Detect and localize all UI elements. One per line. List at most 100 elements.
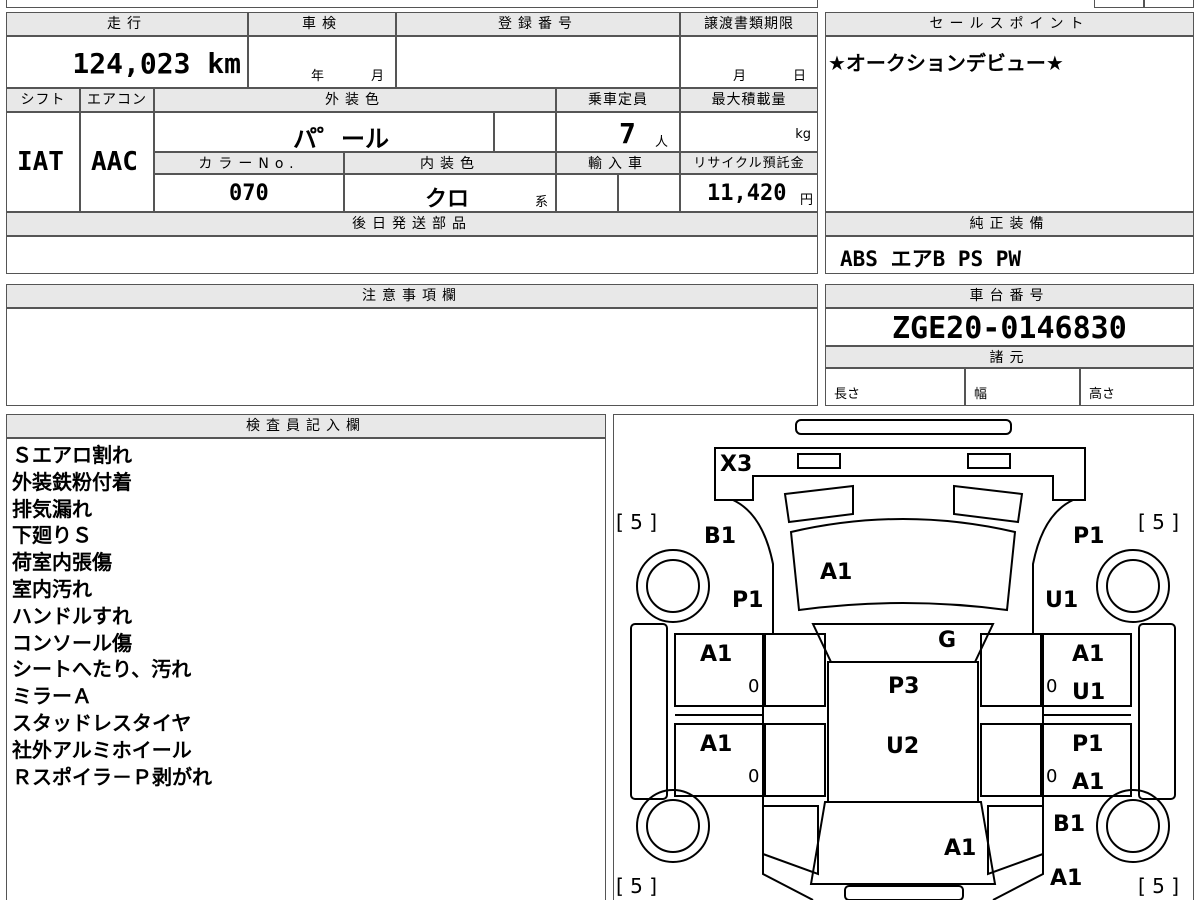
diagram-right-front-door-label: P1: [1072, 732, 1104, 757]
specs-header: 諸元: [825, 346, 1194, 368]
inspector-note: ハンドルすれ: [12, 603, 132, 628]
genuine-equipment-cell: ABS エアB PS PW: [825, 236, 1194, 274]
specs-height-cell: 高さ: [1080, 368, 1194, 406]
genuine-equipment-header: 純正装備: [825, 212, 1194, 236]
import-header: 輸入車: [556, 152, 680, 174]
inspector-header: 検査員記入欄: [6, 414, 606, 438]
sales-point-cell: ★オークションデビュー★: [825, 36, 1194, 212]
specs-width-cell: 幅: [965, 368, 1080, 406]
exterior-color-value: パ゜ール: [293, 125, 389, 152]
top-stub-strip: [6, 0, 818, 8]
registration-header: 登録番号: [396, 12, 680, 36]
diagram-right-quarter-label: U1: [1045, 588, 1079, 613]
import-cell-1: [556, 174, 618, 212]
inspector-note: 荷室内張傷: [12, 550, 112, 575]
caution-header: 注意事項欄: [6, 284, 818, 308]
inspector-notes: Ｓエアロ割れ 外装鉄粉付着 排気漏れ 下廻りＳ 荷室内張傷 室内汚れ ハンドルす…: [12, 442, 212, 790]
interior-color-header: 内装色: [344, 152, 556, 174]
diagram-right-front-door-2-label: A1: [1072, 770, 1105, 795]
color-no-header: カラーNo.: [154, 152, 344, 174]
diagram-left-front-door-zero: 0: [748, 766, 760, 787]
registration-cell: [396, 36, 680, 88]
chassis-value: ZGE20-0146830: [892, 311, 1127, 346]
inspector-note: Ｒスポイラ－Ｐ剥がれ: [12, 764, 212, 789]
mileage-value: 124,023 km: [72, 47, 241, 80]
specs-length-label: 長さ: [834, 387, 861, 402]
mileage-header: 走行: [6, 12, 248, 36]
diagram-rear-left-corner-label: B1: [704, 524, 737, 549]
inspector-note: 社外アルミホイール: [12, 737, 192, 762]
sales-point-text: ★オークションデビュー★: [828, 51, 1064, 75]
diagram-left-quarter-label: P1: [732, 588, 764, 613]
interior-color-suffix: 系: [535, 195, 549, 210]
specs-width-label: 幅: [974, 387, 988, 402]
later-parts-header: 後日発送部品: [6, 212, 818, 236]
max-load-cell: kg: [680, 112, 818, 152]
chassis-header: 車台番号: [825, 284, 1194, 308]
color-no-cell: 070: [154, 174, 344, 212]
diagram-right-front-door-zero: 0: [1046, 766, 1058, 787]
exterior-color-extra: [494, 112, 556, 152]
diagram-right-rear-door-2-label: U1: [1072, 680, 1106, 705]
inspector-note: ミラーＡ: [12, 684, 92, 709]
capacity-unit: 人: [655, 135, 669, 150]
chassis-cell: ZGE20-0146830: [825, 308, 1194, 346]
later-parts-cell: [6, 236, 818, 274]
interior-color-value: クロ: [425, 187, 470, 212]
mileage-cell: 124,023 km: [6, 36, 248, 88]
ac-header: エアコン: [80, 88, 154, 112]
diagram-front-right-corner-label: A1: [1050, 866, 1083, 891]
transfer-day-label: 日: [793, 69, 807, 84]
diagram-left-front-door-label: A1: [700, 732, 733, 757]
exterior-color-cell: パ゜ール: [154, 112, 494, 152]
sales-point-header: セールスポイント: [825, 12, 1194, 36]
capacity-cell: 7 人: [556, 112, 680, 152]
inspection-header: 車検: [248, 12, 396, 36]
inspector-note: シートへたり、汚れ: [12, 657, 192, 682]
transfer-header: 譲渡書類期限: [680, 12, 818, 36]
tire-tr-label: [ 5 ]: [1138, 510, 1180, 534]
inspector-note: コンソール傷: [12, 630, 132, 655]
tire-br-label: [ 5 ]: [1138, 874, 1180, 898]
inspection-year-label: 年: [311, 69, 325, 84]
import-cell-2: [618, 174, 680, 212]
diagram-roof-right-label: G: [938, 628, 957, 653]
recycle-cell: 11,420 円: [680, 174, 818, 212]
diagram-right-rear-door-zero: 0: [1046, 676, 1058, 697]
specs-length-cell: 長さ: [825, 368, 965, 406]
inspector-note: 下廻りＳ: [12, 523, 92, 548]
top-right-stub-2: [1144, 0, 1194, 8]
recycle-unit: 円: [799, 193, 813, 208]
recycle-value: 11,420: [707, 181, 787, 206]
exterior-color-header: 外装色: [154, 88, 556, 112]
inspection-month-label: 月: [371, 69, 385, 84]
ac-cell: AAC: [80, 112, 154, 212]
shift-header: シフト: [6, 88, 80, 112]
specs-height-label: 高さ: [1089, 387, 1116, 402]
shift-cell: IAT: [6, 112, 80, 212]
inspector-note: 外装鉄粉付着: [12, 469, 132, 494]
recycle-header: リサイクル預託金: [680, 152, 818, 174]
diagram-right-front-fender-label: B1: [1053, 812, 1086, 837]
caution-cell: [6, 308, 818, 406]
diagram-left-rear-door-label: A1: [700, 642, 733, 667]
transfer-month-label: 月: [733, 69, 747, 84]
transfer-cell: 月 日: [680, 36, 818, 88]
max-load-unit: kg: [795, 127, 811, 142]
tire-bl-label: [ 5 ]: [616, 874, 658, 898]
inspector-note: Ｓエアロ割れ: [12, 443, 132, 467]
color-no-value: 070: [229, 181, 269, 206]
diagram-right-rear-door-label: A1: [1072, 642, 1105, 667]
diagram-hood-label: U2: [886, 734, 920, 759]
ac-value: AAC: [91, 147, 138, 177]
diagram-left-rear-door-zero: 0: [748, 676, 760, 697]
max-load-header: 最大積載量: [680, 88, 818, 112]
diagram-rear-label: X3: [720, 452, 753, 477]
tire-tl-label: [ 5 ]: [616, 510, 658, 534]
interior-color-cell: クロ 系: [344, 174, 556, 212]
inspector-note: 排気漏れ: [12, 496, 92, 521]
inspector-note: 室内汚れ: [12, 576, 92, 601]
capacity-value: 7: [619, 117, 636, 150]
shift-value: IAT: [17, 147, 64, 177]
inspection-cell: 年 月: [248, 36, 396, 88]
